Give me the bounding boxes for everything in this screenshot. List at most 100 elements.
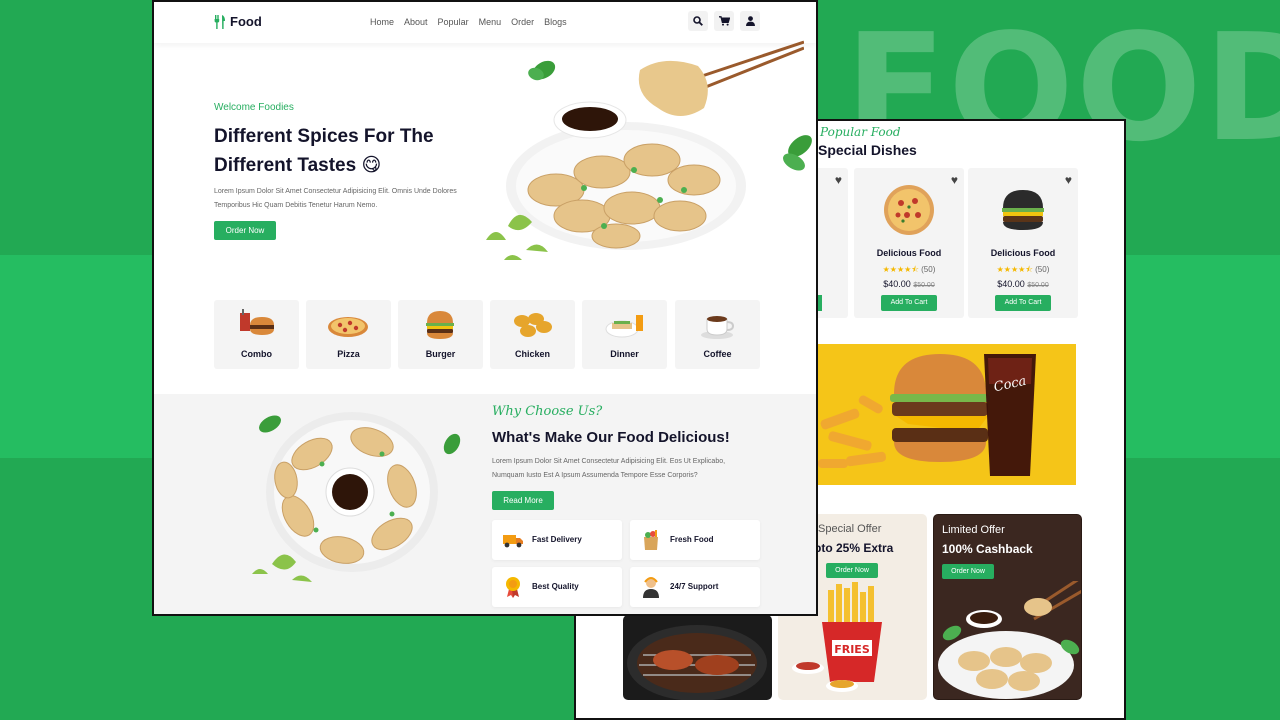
pizza-image xyxy=(884,185,934,235)
svg-text:FRIES: FRIES xyxy=(834,643,870,656)
offer-card-grill[interactable] xyxy=(623,615,772,700)
burger-image xyxy=(426,311,454,339)
why-description-line2: Numquam Iusto Est A Ipsum Assumenda Temp… xyxy=(492,472,698,479)
nav-link-menu[interactable]: Menu xyxy=(479,17,502,27)
user-icon xyxy=(745,16,755,26)
category-burger[interactable]: Burger xyxy=(398,300,483,369)
heart-icon[interactable]: ♥ xyxy=(951,173,958,187)
dish-price-value: $40.00 xyxy=(883,279,911,289)
logo-text: Food xyxy=(230,14,262,29)
hero-title: Different Spices For The Different Taste… xyxy=(214,122,484,180)
feature-label: Best Quality xyxy=(532,582,579,591)
category-label: Dinner xyxy=(610,349,639,359)
offer-card-limited[interactable]: Limited Offer 100% Cashback Order Now xyxy=(933,514,1082,700)
hero-welcome: Welcome Foodies xyxy=(214,102,294,113)
dumplings-plate-image xyxy=(938,581,1081,699)
feature-fast-delivery: Fast Delivery xyxy=(492,520,622,560)
grocery-bag-icon xyxy=(644,530,658,550)
feature-support: 24/7 Support xyxy=(630,567,760,607)
cart-icon xyxy=(718,16,730,26)
dish-price: $40.00 $50.00 xyxy=(854,279,964,289)
offer-title: pto 25% Extra xyxy=(814,541,894,555)
feature-best-quality: Best Quality xyxy=(492,567,622,607)
category-pizza[interactable]: Pizza xyxy=(306,300,391,369)
hero-description-line2: Temporibus Hic Quam Debitis Tenetur Haru… xyxy=(214,202,378,209)
logo[interactable]: Food xyxy=(214,14,262,29)
dish-name: Delicious Food xyxy=(990,248,1056,258)
dish-old-price: $50.00 xyxy=(1027,282,1049,289)
category-dinner[interactable]: Dinner xyxy=(582,300,667,369)
nav-link-about[interactable]: About xyxy=(404,17,428,27)
add-to-cart-button[interactable]: Add To Cart xyxy=(995,295,1051,311)
dish-rating-count: (50) xyxy=(921,265,936,274)
support-agent-icon xyxy=(643,577,659,598)
nav-link-order[interactable]: Order xyxy=(511,17,534,27)
basil-leaf-icon xyxy=(783,135,812,171)
hero-description: Lorem Ipsum Dolor Sit Amet Consectetur A… xyxy=(214,185,484,213)
quality-badge-icon xyxy=(506,577,520,598)
chicken-image xyxy=(514,313,552,337)
popular-heading: Special Dishes xyxy=(818,142,917,158)
promo-banner[interactable]: Coca xyxy=(818,344,1076,485)
order-now-button[interactable]: Order Now xyxy=(826,563,878,578)
main-page-window: Food Home About Popular Menu Order Blogs… xyxy=(152,0,818,616)
delivery-truck-icon xyxy=(503,535,523,548)
dish-old-price: $50.00 xyxy=(913,282,935,289)
why-heading: What's Make Our Food Delicious! xyxy=(492,429,730,446)
dish-rating: ★★★★⯪ (50) xyxy=(996,265,1050,274)
hero-dumplings-image xyxy=(486,40,804,260)
category-label: Combo xyxy=(241,349,272,359)
offer-subtitle: Special Offer xyxy=(818,523,882,535)
hero-description-line1: Lorem Ipsum Dolor Sit Amet Consectetur A… xyxy=(214,188,457,195)
nav-icons xyxy=(688,11,760,31)
category-combo[interactable]: Combo xyxy=(214,300,299,369)
burger-image xyxy=(1002,190,1044,230)
nav-link-popular[interactable]: Popular xyxy=(438,17,469,27)
heart-icon[interactable]: ♥ xyxy=(1065,173,1072,187)
pizza-image xyxy=(328,317,368,337)
search-icon xyxy=(693,16,703,26)
category-label: Chicken xyxy=(514,349,550,359)
read-more-button[interactable]: Read More xyxy=(492,491,554,510)
why-subheading: Why Choose Us? xyxy=(492,404,603,419)
user-button[interactable] xyxy=(740,11,760,31)
dish-card: ♥ Delicious Food ★★★★⯪ (50) $40.00 $50.0… xyxy=(854,168,964,318)
search-button[interactable] xyxy=(688,11,708,31)
navbar: Food Home About Popular Menu Order Blogs xyxy=(154,2,816,43)
dish-price-value: $40.00 xyxy=(997,279,1025,289)
dish-price: $40.00 $50.00 xyxy=(968,279,1078,289)
category-chicken[interactable]: Chicken xyxy=(490,300,575,369)
hero-title-line2: Different Tastes 😋 xyxy=(214,151,484,180)
feature-label: Fresh Food xyxy=(670,535,714,544)
category-coffee[interactable]: Coffee xyxy=(675,300,760,369)
popular-subheading: Popular Food xyxy=(820,125,901,139)
feature-label: 24/7 Support xyxy=(670,582,719,591)
dumplings-bowl-image xyxy=(252,412,461,582)
offer-title: 100% Cashback xyxy=(942,542,1033,556)
why-choose-section: Why Choose Us? What's Make Our Food Deli… xyxy=(154,394,816,614)
hero-title-line1: Different Spices For The xyxy=(214,126,434,147)
dish-card: ♥ Delicious Food ★★★★⯪ (50) $40.00 $50.0… xyxy=(968,168,1078,318)
order-now-button[interactable]: Order Now xyxy=(214,221,276,240)
cart-button[interactable] xyxy=(714,11,734,31)
dish-rating-count: (50) xyxy=(1035,265,1050,274)
emoji-icon: 😋 xyxy=(361,155,382,176)
heart-icon[interactable]: ♥ xyxy=(835,173,842,187)
order-now-button[interactable]: Order Now xyxy=(942,564,994,579)
feature-label: Fast Delivery xyxy=(532,535,582,544)
why-description: Lorem Ipsum Dolor Sit Amet Consectetur A… xyxy=(492,455,782,483)
feature-fresh-food: Fresh Food xyxy=(630,520,760,560)
offer-subtitle: Limited Offer xyxy=(942,524,1005,536)
category-label: Pizza xyxy=(337,349,360,359)
nav-link-blogs[interactable]: Blogs xyxy=(544,17,567,27)
dinner-image xyxy=(605,315,643,338)
dish-rating: ★★★★⯪ (50) xyxy=(882,265,936,274)
hero-title-text: Different Tastes xyxy=(214,155,357,176)
nav-link-home[interactable]: Home xyxy=(370,17,394,27)
coffee-image xyxy=(701,316,735,339)
dish-name: Delicious Food xyxy=(876,248,942,258)
add-to-cart-button[interactable]: Add To Cart xyxy=(881,295,937,311)
category-label: Burger xyxy=(425,349,456,359)
category-label: Coffee xyxy=(703,349,732,359)
utensils-icon xyxy=(214,14,225,29)
